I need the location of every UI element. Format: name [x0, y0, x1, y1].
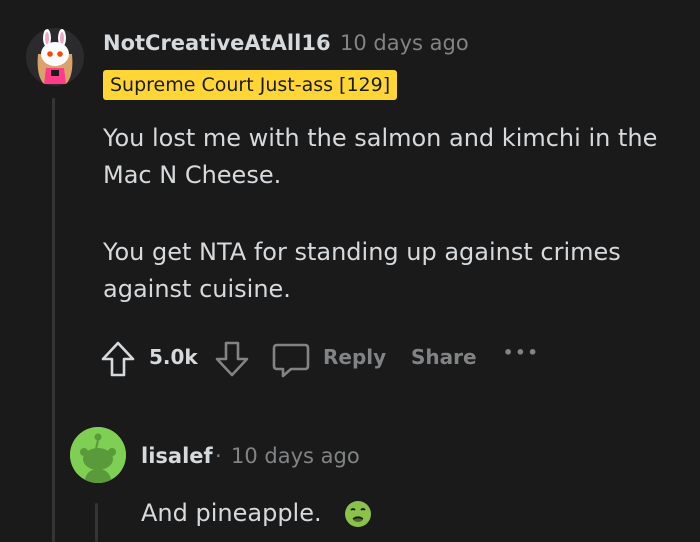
reply-body: And pineapple. [141, 499, 322, 527]
nauseated-face-icon [344, 500, 372, 528]
reply-icon[interactable] [271, 340, 311, 380]
more-options-button[interactable]: ••• [503, 343, 540, 362]
reply-button[interactable]: Reply [323, 345, 386, 369]
user-flair: Supreme Court Just-ass [129] [103, 70, 398, 100]
reply-username[interactable]: lisalef [141, 444, 213, 468]
comment-paragraph-2: You get NTA for standing up against crim… [103, 238, 621, 303]
vote-count: 5.0k [149, 345, 198, 369]
reply-avatar[interactable] [70, 427, 126, 483]
reply-separator: · [215, 444, 222, 468]
upvote-icon[interactable] [100, 340, 136, 378]
comment-username[interactable]: NotCreativeAtAll16 [103, 31, 331, 55]
comment-separator: · [322, 31, 329, 55]
thread-line-reply[interactable] [95, 503, 98, 542]
reply-timestamp[interactable]: 10 days ago [231, 444, 360, 468]
snoo-bunny-avatar-icon [26, 28, 84, 86]
avatar[interactable] [26, 28, 84, 86]
downvote-icon[interactable] [214, 340, 250, 378]
snoo-avatar-icon [70, 427, 126, 483]
thread-line-main[interactable] [52, 98, 55, 542]
comment-paragraph-1: You lost me with the salmon and kimchi i… [103, 124, 658, 189]
comment-timestamp[interactable]: 10 days ago [340, 31, 469, 55]
share-button[interactable]: Share [411, 345, 477, 369]
